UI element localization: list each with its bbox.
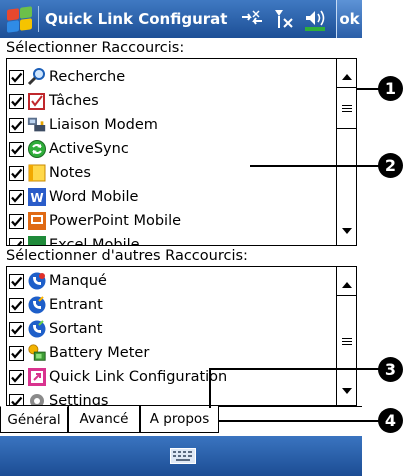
- list-item[interactable]: Settings: [7, 389, 356, 406]
- scroll-thumb[interactable]: [337, 295, 356, 387]
- other-shortcuts-list: Manqué Entrant Sortant Battery Meter Quick L…: [6, 266, 357, 406]
- tab-general[interactable]: Général: [0, 406, 68, 433]
- window-title: Quick Link Configurat: [45, 10, 228, 28]
- ok-button[interactable]: ok: [336, 0, 362, 38]
- item-checkbox[interactable]: [9, 165, 24, 181]
- search-icon: [27, 67, 47, 87]
- list-item-label: PowerPoint Mobile: [49, 213, 182, 229]
- item-checkbox[interactable]: [9, 369, 24, 385]
- callout-badge-4: 4: [378, 408, 403, 433]
- item-checkbox[interactable]: [9, 273, 24, 289]
- list-item-label: Manqué: [49, 273, 107, 289]
- volume-icon[interactable]: [303, 6, 329, 32]
- menu-bar: [0, 436, 362, 476]
- list-item-label: Entrant: [49, 297, 103, 313]
- scroll-down-button[interactable]: [337, 381, 356, 401]
- callout-badge-3: 3: [378, 357, 403, 382]
- item-checkbox[interactable]: [9, 117, 24, 133]
- list-item[interactable]: Entrant: [7, 293, 356, 317]
- callout-line-4: [219, 420, 382, 422]
- primary-shortcuts-list: Recherche Tâches Liaison Modem ActiveSync No…: [6, 58, 357, 246]
- item-checkbox[interactable]: [9, 189, 24, 205]
- scroll-thumb[interactable]: [337, 87, 356, 129]
- callout-vline-3: [209, 368, 211, 408]
- incoming-call-icon: [27, 295, 47, 315]
- list-item-label: Settings: [49, 393, 109, 406]
- outgoing-call-icon: [27, 319, 47, 339]
- tab-strip: Général Avancé A propos: [0, 406, 362, 433]
- title-separator: [38, 6, 39, 32]
- list-item[interactable]: ActiveSync: [7, 137, 356, 161]
- scroll-up-button[interactable]: [337, 67, 356, 87]
- list-item-label: Liaison Modem: [49, 117, 158, 133]
- list-item[interactable]: Battery Meter: [7, 341, 356, 365]
- primary-list-scrollbar[interactable]: [336, 59, 356, 245]
- connectivity-icon[interactable]: [239, 6, 265, 32]
- item-checkbox[interactable]: [9, 141, 24, 157]
- modem-link-icon: [27, 115, 47, 135]
- windows-start-icon[interactable]: [4, 4, 34, 34]
- keyboard-icon[interactable]: [170, 448, 196, 464]
- list-item[interactable]: Liaison Modem: [7, 113, 356, 137]
- list-item-label: Sortant: [49, 321, 103, 337]
- list-item[interactable]: Manqué: [7, 269, 356, 293]
- list-item[interactable]: Excel Mobile: [7, 233, 356, 246]
- tab-about[interactable]: A propos: [140, 406, 219, 433]
- callout-line-3: [209, 368, 382, 370]
- list-item-label: ActiveSync: [49, 141, 129, 157]
- list-item-label: Quick Link Configuration: [49, 369, 228, 385]
- item-checkbox[interactable]: [9, 237, 24, 245]
- callout-badge-1: 1: [378, 76, 403, 101]
- item-checkbox[interactable]: [9, 297, 24, 313]
- list-item-label: Excel Mobile: [49, 237, 140, 246]
- other-shortcuts-label: Sélectionner d'autres Raccourcis:: [6, 248, 248, 264]
- activesync-icon: [27, 139, 47, 159]
- excel-icon: [27, 235, 47, 245]
- word-icon: W: [27, 187, 47, 207]
- list-item-label: Word Mobile: [49, 189, 139, 205]
- missed-call-icon: [27, 271, 47, 291]
- callout-line-2: [250, 165, 382, 167]
- list-item[interactable]: Recherche: [7, 65, 356, 89]
- tasks-icon: [27, 91, 47, 111]
- list-item[interactable]: Tâches: [7, 89, 356, 113]
- tab-advanced[interactable]: Avancé: [68, 406, 140, 433]
- item-checkbox[interactable]: [9, 321, 24, 337]
- item-checkbox[interactable]: [9, 69, 24, 85]
- powerpoint-icon: [27, 211, 47, 231]
- item-checkbox[interactable]: [9, 93, 24, 109]
- list-item[interactable]: PowerPoint Mobile: [7, 209, 356, 233]
- title-bar: Quick Link Configurat: [0, 0, 336, 38]
- list-item-label: Tâches: [49, 93, 99, 109]
- status-icons: [239, 6, 329, 32]
- primary-shortcuts-label: Sélectionner Raccourcis:: [6, 40, 185, 56]
- settings-icon: [27, 391, 47, 405]
- list-item[interactable]: Sortant: [7, 317, 356, 341]
- callout-badge-2: 2: [378, 153, 403, 178]
- list-item-label: Battery Meter: [49, 345, 150, 361]
- item-checkbox[interactable]: [9, 345, 24, 361]
- item-checkbox[interactable]: [9, 213, 24, 229]
- other-list-scrollbar[interactable]: [336, 267, 356, 405]
- list-item-label: Notes: [49, 165, 91, 181]
- signal-off-icon[interactable]: [271, 6, 297, 32]
- quick-link-icon: [27, 367, 47, 387]
- battery-meter-icon: [27, 343, 47, 363]
- list-item[interactable]: W Word Mobile: [7, 185, 356, 209]
- scroll-up-button[interactable]: [337, 275, 356, 295]
- svg-text:W: W: [30, 191, 43, 205]
- notes-icon: [27, 163, 47, 183]
- scroll-down-button[interactable]: [337, 221, 356, 241]
- item-checkbox[interactable]: [9, 393, 24, 405]
- list-item-label: Recherche: [49, 69, 126, 85]
